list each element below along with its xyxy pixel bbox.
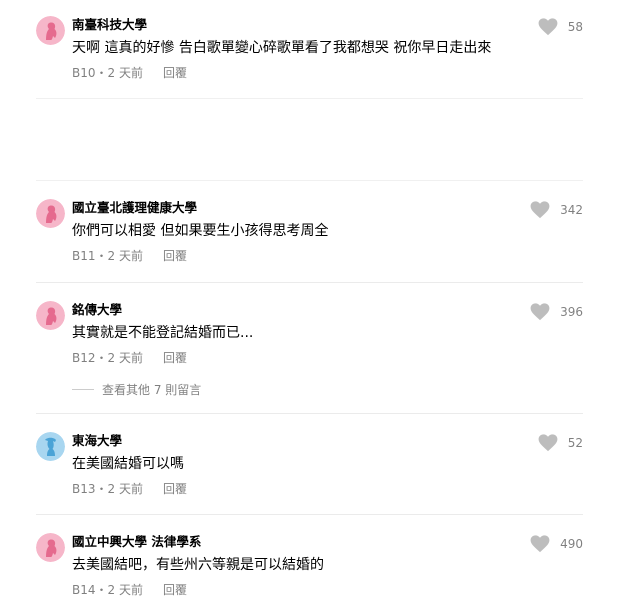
comment-author[interactable]: 國立中興大學 法律學系	[72, 533, 201, 551]
like-count: 396	[560, 305, 583, 319]
comment-text: 天啊 這真的好慘 告白歌單變心碎歌單看了我都想哭 祝你早日走出來	[72, 40, 492, 56]
like-button[interactable]: 396	[530, 303, 583, 321]
divider	[36, 282, 583, 283]
more-replies-label: 查看其他 7 則留言	[102, 383, 202, 397]
comment-item: 國立中興大學 法律學系 去美國結吧，有些州六等親是可以結婚的 B14・2 天前 回…	[36, 533, 583, 603]
comment-author[interactable]: 銘傳大學	[72, 301, 122, 319]
female-avatar-icon[interactable]	[36, 533, 65, 562]
like-count: 52	[567, 436, 583, 450]
comment-meta: B11・2 天前 回覆	[72, 248, 187, 264]
like-button[interactable]: 52	[538, 434, 583, 452]
comment-item: 銘傳大學 其實就是不能登記結婚而已... B12・2 天前 回覆 396	[36, 301, 583, 371]
like-button[interactable]: 490	[530, 535, 583, 553]
view-more-replies-button[interactable]: 查看其他 7 則留言	[72, 381, 201, 398]
comment-text: 在美國結婚可以嗎	[72, 456, 184, 472]
like-count: 490	[560, 537, 583, 551]
comment-author[interactable]: 東海大學	[72, 432, 122, 450]
comment-item: 南臺科技大學 天啊 這真的好慘 告白歌單變心碎歌單看了我都想哭 祝你早日走出來 …	[36, 16, 583, 86]
like-count: 342	[560, 203, 583, 217]
reply-button[interactable]: 回覆	[163, 351, 187, 365]
like-button[interactable]: 342	[530, 201, 583, 219]
comment-item: 東海大學 在美國結婚可以嗎 B13・2 天前 回覆 52	[36, 432, 583, 502]
heart-icon	[538, 434, 558, 452]
male-avatar-icon[interactable]	[36, 432, 65, 461]
comment-floor-time: B13・2 天前	[72, 482, 143, 496]
like-button[interactable]: 58	[538, 18, 583, 36]
comment-floor-time: B12・2 天前	[72, 351, 143, 365]
reply-button[interactable]: 回覆	[163, 66, 187, 80]
comment-list: 南臺科技大學 天啊 這真的好慘 告白歌單變心碎歌單看了我都想哭 祝你早日走出來 …	[0, 0, 628, 612]
divider	[36, 413, 583, 414]
female-avatar-icon[interactable]	[36, 199, 65, 228]
comment-author[interactable]: 南臺科技大學	[72, 16, 147, 34]
heart-icon	[538, 18, 558, 36]
female-avatar-icon[interactable]	[36, 16, 65, 45]
female-avatar-icon[interactable]	[36, 301, 65, 330]
comment-author[interactable]: 國立臺北護理健康大學	[72, 199, 197, 217]
divider	[36, 514, 583, 515]
comment-meta: B14・2 天前 回覆	[72, 582, 187, 598]
reply-button[interactable]: 回覆	[163, 249, 187, 263]
heart-icon	[530, 535, 550, 553]
reply-button[interactable]: 回覆	[163, 583, 187, 597]
reply-button[interactable]: 回覆	[163, 482, 187, 496]
comment-floor-time: B14・2 天前	[72, 583, 143, 597]
comment-item: 國立臺北護理健康大學 你們可以相愛 但如果要生小孩得思考周全 B11・2 天前 回…	[36, 199, 583, 269]
comment-floor-time: B10・2 天前	[72, 66, 143, 80]
heart-icon	[530, 303, 550, 321]
comment-meta: B13・2 天前 回覆	[72, 481, 187, 497]
comment-meta: B12・2 天前 回覆	[72, 350, 187, 366]
like-count: 58	[567, 20, 583, 34]
comment-text: 去美國結吧，有些州六等親是可以結婚的	[72, 557, 324, 573]
comment-text: 其實就是不能登記結婚而已...	[72, 325, 254, 341]
comment-floor-time: B11・2 天前	[72, 249, 143, 263]
comment-text: 你們可以相愛 但如果要生小孩得思考周全	[72, 223, 329, 239]
ad-placeholder	[36, 98, 583, 181]
comment-meta: B10・2 天前 回覆	[72, 65, 187, 81]
heart-icon	[530, 201, 550, 219]
more-replies-line	[72, 389, 94, 390]
